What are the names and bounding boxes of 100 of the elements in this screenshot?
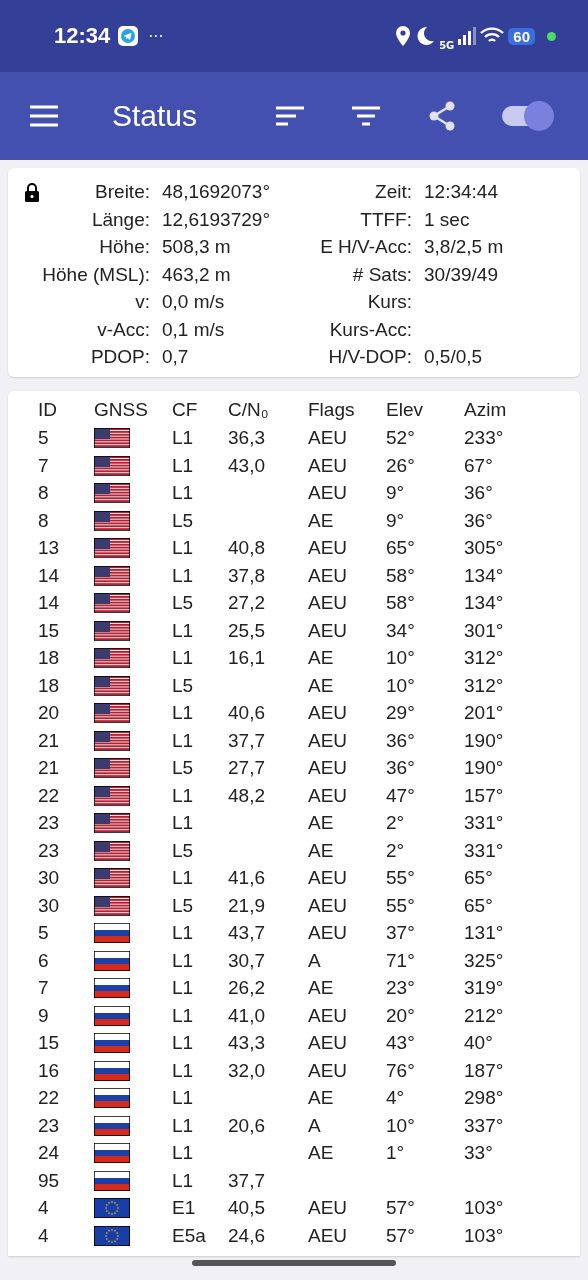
field-value: 0,7 (162, 346, 189, 367)
table-cell-text: 10° (386, 674, 416, 697)
table-cell-text: 48,2 (228, 784, 266, 807)
field-value: 0,0 m/s (162, 291, 225, 312)
privacy-dot-icon (547, 31, 556, 41)
field-value: 12,6193729° (162, 208, 270, 230)
us-flag-icon (94, 428, 130, 449)
table-cell-text: 23 (38, 839, 61, 862)
table-cell-text: AE (308, 977, 335, 1000)
table-cell-text: 34° (386, 619, 416, 642)
battery-level: 60 (508, 27, 535, 45)
table-cell-text: L5 (172, 757, 195, 780)
table-cell-text: 14 (38, 592, 61, 615)
toggle-switch[interactable] (502, 100, 554, 132)
table-cell-text: AEU (308, 1224, 349, 1247)
table-cell-text: 298° (464, 1087, 505, 1110)
table-cell-text: 55° (386, 867, 416, 890)
us-flag-icon (94, 538, 130, 559)
table-cell-text: 103° (464, 1197, 505, 1220)
us-flag-icon (94, 620, 130, 641)
table-cell-text: 134° (464, 564, 505, 587)
table-cell-text: L5 (172, 839, 195, 862)
eu-flag-icon (94, 1198, 130, 1219)
ru-flag-icon (94, 978, 130, 999)
table-cell-text: AE (308, 1087, 335, 1110)
field-label: TTFF: (360, 207, 412, 232)
table-cell-text: 41,0 (228, 1004, 266, 1027)
table-cell-text: 30 (38, 867, 61, 890)
table-cell-text: 7 (38, 454, 50, 477)
table-cell-text: L1 (172, 702, 195, 725)
table-cell-text: 103° (464, 1224, 505, 1247)
table-cell-text: AEU (308, 619, 349, 642)
table-cell-text: 65° (464, 894, 494, 917)
field-value: 0,5/0,5 (424, 346, 483, 367)
table-cell-text: 37° (386, 922, 416, 945)
field-label: Breite: (95, 180, 150, 204)
table-cell-text: 58° (386, 592, 416, 615)
column-header: Azim (464, 398, 508, 421)
column-header: ID (38, 398, 58, 421)
us-flag-icon (94, 868, 130, 889)
field-value: 12:34:44 (424, 181, 498, 202)
table-cell-text: 190° (464, 729, 505, 752)
table-cell-text: E5a (172, 1224, 207, 1247)
table-cell-text: 2° (386, 812, 406, 835)
table-cell-text: AEU (308, 702, 349, 725)
table-cell-text: 13 (38, 537, 61, 560)
ru-flag-icon (94, 1033, 130, 1054)
table-cell-text: 36° (386, 757, 416, 780)
table-cell-text: 331° (464, 839, 505, 862)
table-cell-text: 8 (38, 482, 50, 505)
us-flag-icon (94, 675, 130, 696)
table-cell-text: 305° (464, 537, 505, 560)
table-cell-text: L1 (172, 1142, 195, 1165)
ru-flag-icon (94, 1143, 130, 1164)
table-cell-text: 15 (38, 619, 61, 642)
table-cell-text: 5 (38, 427, 50, 450)
table-cell-text: 7 (38, 977, 50, 1000)
table-cell-text: 187° (464, 1059, 505, 1082)
table-cell-text: AEU (308, 894, 349, 917)
table-cell-text: 55° (386, 894, 416, 917)
table-cell-text: AEU (308, 454, 349, 477)
table-cell-text: AE (308, 647, 335, 670)
table-cell-text: 65° (386, 537, 416, 560)
moon-icon (415, 26, 436, 46)
table-cell-text: 43° (386, 1032, 416, 1055)
table-cell-text: L1 (172, 729, 195, 752)
table-cell-text: AEU (308, 729, 349, 752)
field-value: 0,1 m/s (162, 318, 225, 340)
table-cell-text: 9° (386, 509, 406, 532)
field-label: v-Acc: (97, 317, 150, 342)
table-cell-text: 8 (38, 509, 50, 532)
more-notifications: ··· (148, 26, 164, 46)
table-cell-text: A (308, 1114, 322, 1137)
table-cell-text: 9 (38, 1004, 50, 1027)
us-flag-icon (94, 785, 130, 806)
table-cell-text: 58° (386, 564, 416, 587)
table-cell-text: 52° (386, 427, 416, 450)
table-cell-text: 4° (386, 1087, 406, 1110)
table-cell-text: 26° (386, 454, 416, 477)
table-cell-text: 20 (38, 702, 61, 725)
table-cell-text: 21 (38, 729, 61, 752)
table-cell-text: 157° (464, 784, 505, 807)
table-cell-text: 201° (464, 702, 505, 725)
table-cell-text: 76° (386, 1059, 416, 1082)
us-flag-icon (94, 758, 130, 779)
us-flag-icon (94, 703, 130, 724)
us-flag-icon (94, 840, 130, 861)
field-value: 463,2 m (162, 263, 231, 285)
table-cell-text: 30 (38, 894, 61, 917)
table-cell-text: L1 (172, 977, 195, 1000)
signal-icon (458, 27, 477, 45)
table-cell-text: 10° (386, 1114, 416, 1137)
table-cell-text: 36° (386, 729, 416, 752)
table-cell-text: 40,8 (228, 537, 266, 560)
table-cell-text: 27,2 (228, 592, 266, 615)
table-cell-text: 6 (38, 949, 50, 972)
field-value: 1 sec (424, 208, 470, 230)
table-cell-text: 312° (464, 647, 505, 670)
table-cell-text: 20° (386, 1004, 416, 1027)
table-cell-text: AEU (308, 482, 349, 505)
